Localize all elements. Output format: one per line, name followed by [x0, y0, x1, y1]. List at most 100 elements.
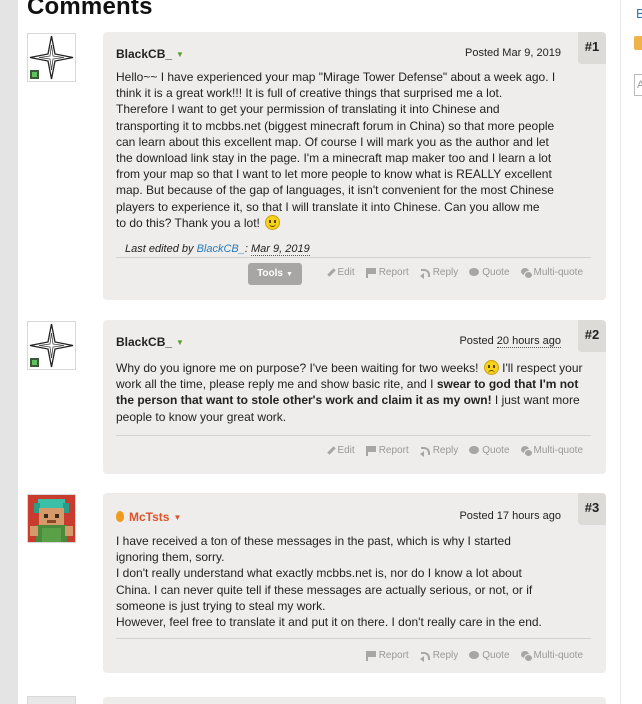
post-date: Posted Mar 9, 2019: [465, 47, 561, 59]
multi-quote-button[interactable]: Multi-quote: [520, 445, 583, 457]
posted-date[interactable]: 17 hours ago: [497, 510, 561, 522]
author-name[interactable]: BlackCB_ ▼: [116, 335, 184, 349]
page-background-strip: [0, 0, 18, 704]
multi-quote-icon: [520, 446, 533, 457]
quote-button[interactable]: Quote: [469, 445, 510, 456]
body-line: I have received a ton of these messages …: [116, 534, 511, 548]
multi-quote-icon: [520, 268, 533, 279]
post-actions: Report Reply Quote Multi-quote: [365, 650, 583, 662]
quote-label[interactable]: Quote: [482, 267, 509, 278]
tools-label[interactable]: Tools: [257, 268, 283, 279]
report-button[interactable]: Report: [365, 445, 409, 456]
post-3: #3 McTsts ▼ Posted 17 hours ago I have re…: [103, 493, 606, 673]
last-edited-note: Last edited by BlackCB_: Mar 9, 2019: [125, 243, 310, 256]
posted-date[interactable]: 20 hours ago: [496, 335, 561, 348]
reply-arrow-icon: [419, 446, 430, 457]
pencil-icon: [324, 446, 334, 455]
reply-button[interactable]: Reply: [419, 650, 459, 662]
posted-prefix: Posted: [459, 335, 497, 347]
edit-button[interactable]: Edit: [324, 267, 354, 278]
reply-button[interactable]: Reply: [419, 267, 459, 279]
post-number[interactable]: #3: [578, 493, 606, 525]
pixel-avatar-icon: [28, 495, 75, 542]
edit-label[interactable]: Edit: [337, 267, 354, 278]
section-title: Comments: [27, 0, 153, 20]
quote-button[interactable]: Quote: [469, 650, 510, 661]
posted-prefix: Posted: [464, 47, 503, 59]
report-button[interactable]: Report: [365, 267, 409, 278]
body-line: China. I can never quite tell if these m…: [116, 582, 533, 597]
edited-user-link[interactable]: BlackCB_: [197, 243, 245, 255]
posted-date[interactable]: Mar 9, 2019: [502, 47, 561, 59]
body-line: the download link stay in the page. I'm …: [116, 151, 552, 166]
author-label[interactable]: BlackCB_: [116, 335, 172, 349]
author-label[interactable]: McTsts: [129, 510, 169, 524]
flame-icon: [116, 511, 124, 522]
tools-button[interactable]: Tools ▼: [248, 263, 302, 285]
post-2: #2 BlackCB_ ▼ Posted 20 hours ago Why do …: [103, 320, 606, 474]
quote-bubble-icon: [469, 268, 480, 277]
sidebar-input[interactable]: A: [634, 74, 642, 96]
reply-label[interactable]: Reply: [433, 267, 459, 278]
author-label[interactable]: BlackCB_: [116, 47, 172, 61]
flag-icon: [365, 268, 376, 278]
avatar[interactable]: [27, 321, 76, 370]
report-label[interactable]: Report: [379, 445, 409, 456]
chevron-down-icon[interactable]: ▼: [286, 271, 293, 278]
chevron-down-icon[interactable]: ▼: [173, 513, 181, 522]
avatar[interactable]: [27, 696, 76, 704]
post-body: Hello~~ I have experienced your map "Mir…: [116, 69, 591, 231]
report-label[interactable]: Report: [379, 267, 409, 278]
multi-quote-label[interactable]: Multi-quote: [534, 650, 583, 661]
quote-bubble-icon: [469, 446, 480, 455]
post-4-partial: [103, 697, 606, 704]
quote-label[interactable]: Quote: [482, 650, 509, 661]
multi-quote-label[interactable]: Multi-quote: [534, 267, 583, 278]
post-date: Posted 20 hours ago: [459, 335, 561, 348]
pencil-icon: [324, 268, 334, 277]
reply-arrow-icon: [419, 268, 430, 279]
post-actions: Edit Report Reply Quote Multi-quote: [324, 267, 583, 279]
author-name[interactable]: BlackCB_ ▼: [116, 47, 184, 61]
post-date: Posted 17 hours ago: [459, 510, 561, 522]
post-number[interactable]: #1: [578, 32, 606, 64]
avatar[interactable]: [27, 33, 76, 82]
body-line: ignoring them, sorry.: [116, 550, 225, 565]
body-line: However, feel free to translate it and p…: [116, 615, 542, 630]
smiley-icon: [265, 214, 281, 230]
multi-quote-label[interactable]: Multi-quote: [534, 445, 583, 456]
compass-star-icon: [29, 323, 74, 368]
chevron-down-icon[interactable]: ▼: [176, 50, 184, 59]
edited-date[interactable]: Mar 9, 2019: [250, 243, 310, 256]
reply-label[interactable]: Reply: [433, 650, 459, 661]
reply-label[interactable]: Reply: [433, 445, 459, 456]
post-number[interactable]: #2: [578, 320, 606, 352]
report-button[interactable]: Report: [365, 650, 409, 661]
body-line: from your map so that I want to let more…: [116, 167, 552, 182]
divider: [116, 257, 591, 258]
multi-quote-button[interactable]: Multi-quote: [520, 650, 583, 662]
reply-button[interactable]: Reply: [419, 445, 459, 457]
avatar[interactable]: [27, 494, 76, 543]
edited-prefix: Last edited by: [125, 243, 197, 255]
posted-prefix: Posted: [459, 510, 497, 522]
chevron-down-icon[interactable]: ▼: [176, 338, 184, 347]
edit-button[interactable]: Edit: [324, 445, 354, 456]
quote-bubble-icon: [469, 651, 480, 660]
right-sidebar: [620, 0, 642, 704]
flag-icon: [365, 651, 376, 661]
report-label[interactable]: Report: [379, 650, 409, 661]
body-line: transporting it to mcbbs.net (biggest mi…: [116, 118, 555, 133]
reply-arrow-icon: [419, 651, 430, 662]
body-line: to do this? Thank you a lot!: [116, 214, 591, 231]
quote-label[interactable]: Quote: [482, 445, 509, 456]
quote-button[interactable]: Quote: [469, 267, 510, 278]
author-name[interactable]: McTsts ▼: [116, 510, 181, 524]
body-line: someone is just trying to steal my work.: [116, 598, 326, 613]
body-line: Hello~~ I have experienced your map "Mir…: [116, 70, 556, 84]
body-line: can learn about this excellent map. Of c…: [116, 134, 549, 149]
post-actions: Edit Report Reply Quote Multi-quote: [324, 445, 583, 457]
edit-label[interactable]: Edit: [337, 445, 354, 456]
multi-quote-button[interactable]: Multi-quote: [520, 267, 583, 279]
sidebar-link[interactable]: B: [636, 6, 642, 21]
